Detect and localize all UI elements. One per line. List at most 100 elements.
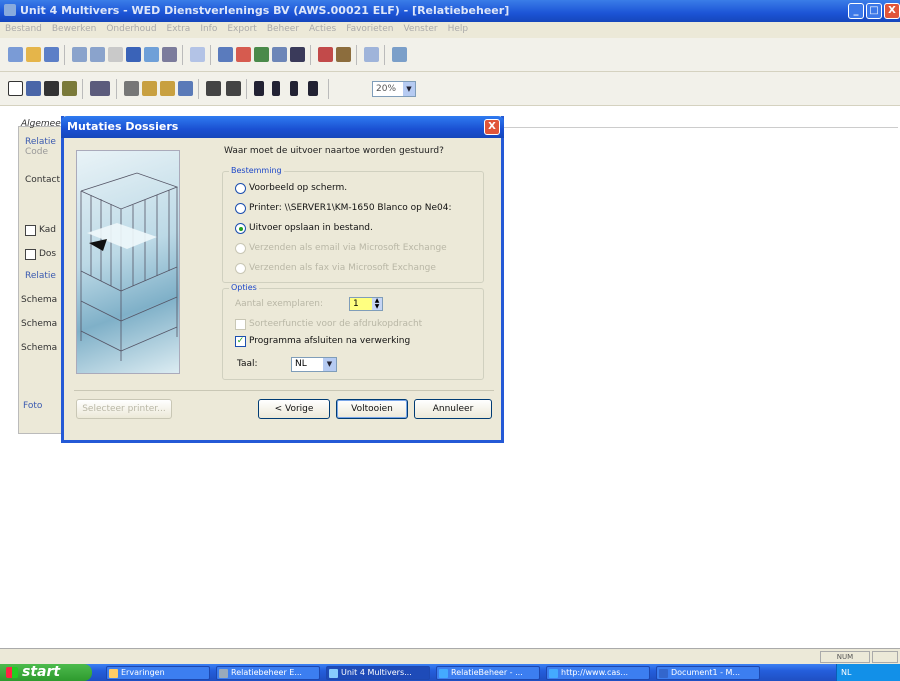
bank-icon[interactable]: [254, 47, 269, 62]
menu-item[interactable]: Extra: [162, 22, 196, 36]
taal-select[interactable]: NL ▼: [291, 357, 337, 372]
menu-item[interactable]: Venster: [398, 22, 442, 36]
forward-icon[interactable]: [90, 47, 105, 62]
archive-icon[interactable]: [272, 47, 287, 62]
back-button[interactable]: < Vorige: [258, 399, 330, 419]
taskbar-item-active[interactable]: Unit 4 Multivers...: [326, 666, 430, 680]
finish-button[interactable]: Voltooien: [336, 399, 408, 419]
new-icon[interactable]: [8, 47, 23, 62]
menu-item[interactable]: Favorieten: [341, 22, 398, 36]
taskbar-item-label: Ervaringen: [121, 668, 165, 677]
chevron-down-icon[interactable]: ▼: [323, 358, 336, 371]
chevron-down-icon[interactable]: ▼: [403, 82, 415, 96]
spinner-arrows-icon[interactable]: ▲ ▼: [372, 298, 382, 310]
taskbar-item[interactable]: Ervaringen: [106, 666, 210, 680]
toolbar-separator: [198, 79, 199, 99]
undo-icon[interactable]: [178, 81, 193, 96]
menu-item[interactable]: Onderhoud: [101, 22, 161, 36]
report-icon[interactable]: [162, 47, 177, 62]
toolbar-separator: [116, 79, 117, 99]
taskbar-item-label: Unit 4 Multivers...: [341, 668, 412, 677]
paste-icon[interactable]: [160, 81, 175, 96]
cut-icon[interactable]: [124, 81, 139, 96]
delete-icon[interactable]: [44, 81, 59, 96]
taskbar-item[interactable]: RelatieBeheer - ...: [436, 666, 540, 680]
language-indicator[interactable]: NL: [841, 668, 851, 677]
select-printer-button[interactable]: Selecteer printer...: [76, 399, 172, 419]
window-icon[interactable]: [144, 47, 159, 62]
grid-icon[interactable]: [392, 47, 407, 62]
taskbar-item-label: RelatieBeheer - ...: [451, 668, 523, 677]
next-record-icon[interactable]: [290, 81, 298, 96]
copy-icon[interactable]: [142, 81, 157, 96]
form-tab-label[interactable]: Algemeen: [21, 119, 66, 129]
sort-checkbox-label[interactable]: Sorteerfunctie voor de afdrukopdracht: [249, 319, 422, 329]
contact-icon[interactable]: [336, 47, 351, 62]
close-program-checkbox-label[interactable]: Programma afsluiten na verwerking: [249, 336, 410, 346]
menu-item[interactable]: Beheer: [262, 22, 304, 36]
open-icon[interactable]: [26, 47, 41, 62]
close-program-checkbox[interactable]: ✓: [235, 336, 246, 347]
last-record-icon[interactable]: [308, 81, 318, 96]
sort-icon[interactable]: [226, 81, 241, 96]
menu-item[interactable]: Acties: [304, 22, 341, 36]
option-printer-label[interactable]: Printer: \\SERVER1\KM-1650 Blanco op Ne0…: [249, 203, 451, 213]
form-label: Dos: [39, 249, 57, 259]
print-icon[interactable]: [108, 47, 123, 62]
menu-item[interactable]: Help: [443, 22, 474, 36]
binoculars-icon[interactable]: [62, 81, 77, 96]
taskbar-item[interactable]: http://www.cas...: [546, 666, 650, 680]
save-icon[interactable]: [44, 47, 59, 62]
previous-record-icon[interactable]: [272, 81, 280, 96]
kad-checkbox[interactable]: [25, 225, 36, 236]
menu-bar: Bestand Bewerken Onderhoud Extra Info Export B…: [0, 22, 900, 38]
save-record-icon[interactable]: [26, 81, 41, 96]
sort-checkbox[interactable]: [235, 319, 246, 330]
ledger-icon[interactable]: [218, 47, 233, 62]
filter-icon[interactable]: [206, 81, 221, 96]
taskbar-item-label: http://www.cas...: [561, 668, 629, 677]
start-button[interactable]: start: [0, 664, 92, 681]
menu-item[interactable]: Bewerken: [47, 22, 101, 36]
radio-fax[interactable]: [235, 263, 246, 274]
taskbar-item[interactable]: Document1 - M...: [656, 666, 760, 680]
find-icon[interactable]: [126, 47, 141, 62]
copies-value: 1: [353, 299, 359, 309]
option-email-label[interactable]: Verzenden als email via Microsoft Exchan…: [249, 243, 447, 253]
option-fax-label[interactable]: Verzenden als fax via Microsoft Exchange: [249, 263, 436, 273]
form-label: Relatie: [25, 137, 56, 147]
radio-bestand[interactable]: [235, 223, 246, 234]
new-record-icon[interactable]: [8, 81, 23, 96]
menu-item[interactable]: Info: [195, 22, 222, 36]
dos-checkbox[interactable]: [25, 249, 36, 260]
minimize-button[interactable]: _: [848, 3, 864, 19]
option-voorbeeld-label[interactable]: Voorbeeld op scherm.: [249, 183, 347, 193]
radio-voorbeeld[interactable]: [235, 183, 246, 194]
zoom-select[interactable]: 20% ▼: [372, 81, 416, 97]
window-titlebar[interactable]: Unit 4 Multivers - WED Dienstverlenings …: [0, 0, 900, 22]
print-dropdown-icon[interactable]: [90, 81, 110, 96]
user-icon[interactable]: [290, 47, 305, 62]
dialog-close-button[interactable]: X: [484, 119, 500, 135]
menu-item[interactable]: Export: [222, 22, 261, 36]
info-icon[interactable]: [190, 47, 205, 62]
dialog-titlebar[interactable]: Mutaties Dossiers X: [61, 116, 504, 138]
taskbar-item[interactable]: Relatiebeheer E...: [216, 666, 320, 680]
copies-label: Aantal exemplaren:: [235, 299, 324, 309]
browser-icon: [549, 669, 558, 678]
calc-icon[interactable]: [364, 47, 379, 62]
menu-item[interactable]: Bestand: [0, 22, 47, 36]
first-record-icon[interactable]: [254, 81, 264, 96]
maximize-button[interactable]: □: [866, 3, 882, 19]
cancel-button[interactable]: Annuleer: [414, 399, 492, 419]
taskbar-item-label: Document1 - M...: [671, 668, 741, 677]
copies-spinner[interactable]: 1 ▲ ▼: [349, 297, 383, 311]
bestemming-label: Bestemming: [229, 166, 284, 175]
relation-icon[interactable]: [318, 47, 333, 62]
back-icon[interactable]: [72, 47, 87, 62]
option-bestand-label[interactable]: Uitvoer opslaan in bestand.: [249, 223, 373, 233]
close-button[interactable]: X: [884, 3, 900, 19]
invoice-icon[interactable]: [236, 47, 251, 62]
radio-printer[interactable]: [235, 203, 246, 214]
radio-email[interactable]: [235, 243, 246, 254]
